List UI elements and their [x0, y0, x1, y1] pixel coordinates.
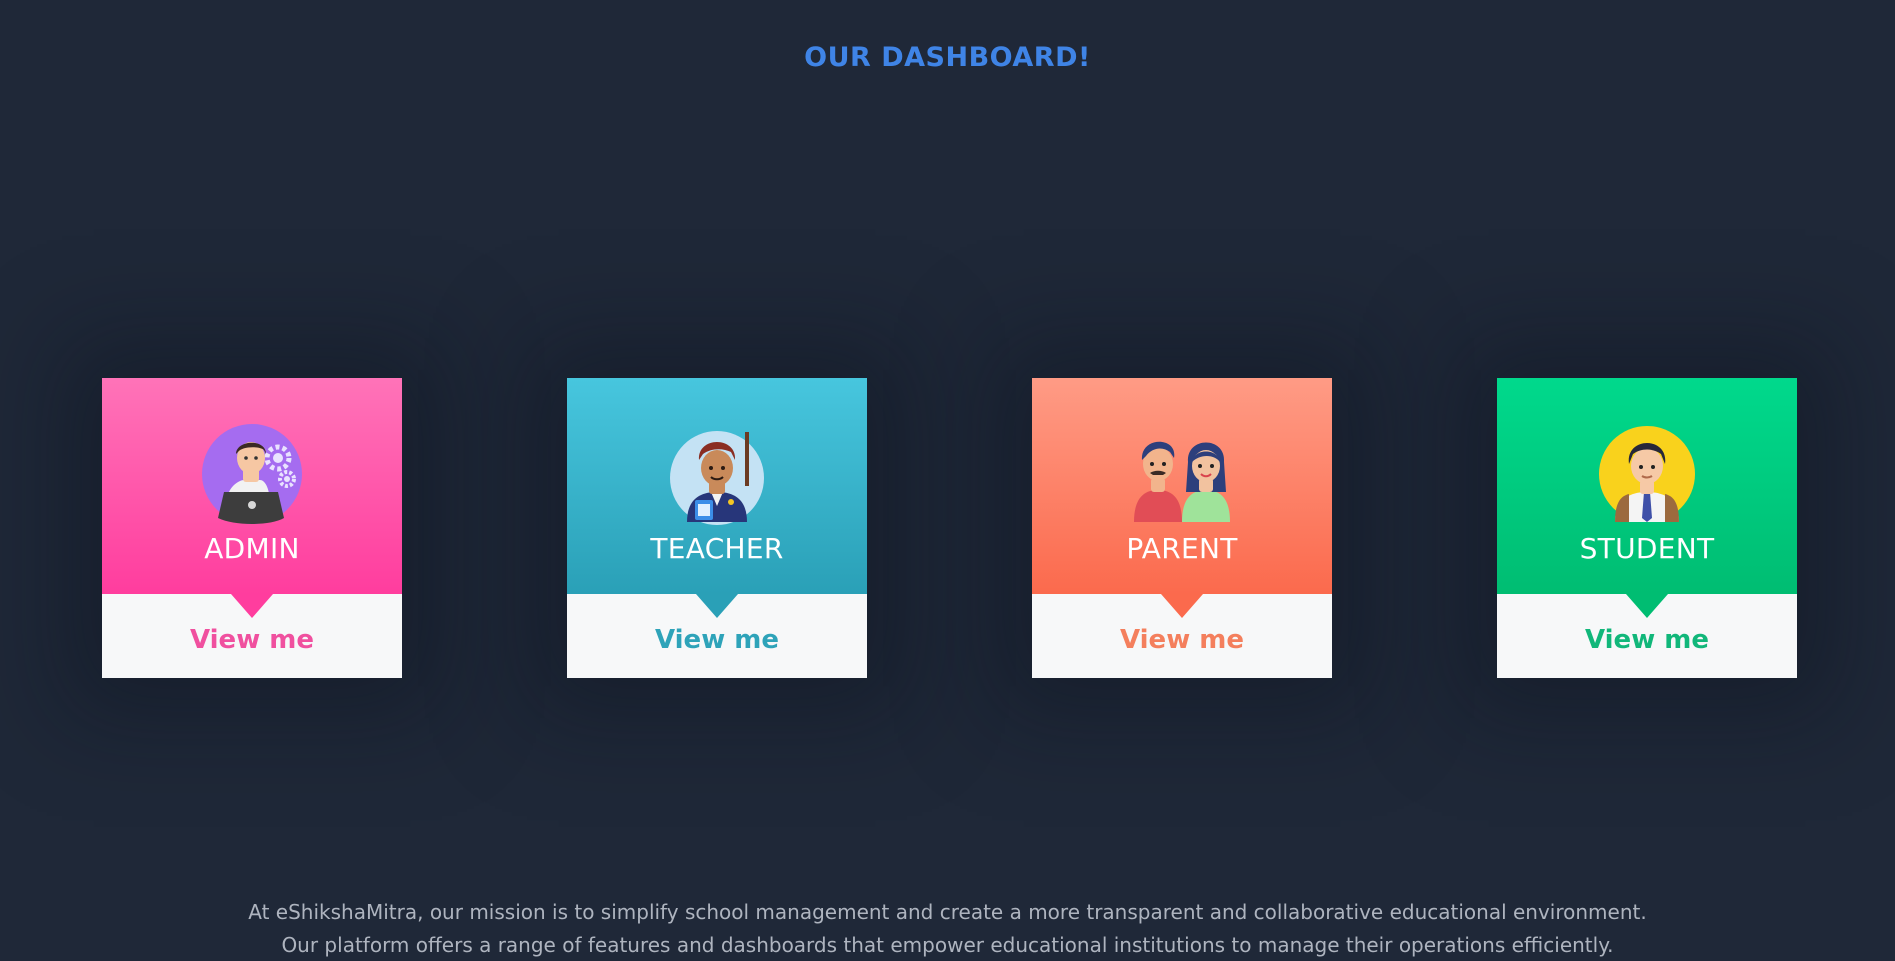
mission-line-2: Our platform offers a range of features …	[281, 933, 1614, 957]
admin-avatar-icon	[202, 424, 302, 524]
admin-card[interactable]: ADMIN View me	[102, 378, 402, 678]
parent-avatar-icon	[1134, 441, 1230, 522]
card-notch	[231, 594, 273, 618]
teacher-avatar-icon	[670, 431, 764, 525]
card-role-label: ADMIN	[204, 532, 300, 565]
teacher-card[interactable]: TEACHER View me	[567, 378, 867, 678]
admin-card-header: ADMIN	[102, 378, 402, 618]
parent-card[interactable]: PARENT View me	[1032, 378, 1332, 678]
page-title: OUR DASHBOARD!	[804, 42, 1091, 73]
card-role-label: STUDENT	[1579, 532, 1715, 565]
card-notch	[1161, 594, 1203, 618]
student-card[interactable]: STUDENT View me	[1497, 378, 1797, 678]
mission-statement: At eShikshaMitra, our mission is to simp…	[0, 896, 1895, 961]
parent-card-header: PARENT	[1032, 378, 1332, 618]
card-role-label: PARENT	[1126, 532, 1238, 565]
mission-line-1: At eShikshaMitra, our mission is to simp…	[248, 900, 1647, 924]
card-notch	[696, 594, 738, 618]
card-notch	[1626, 594, 1668, 618]
student-avatar-icon	[1599, 426, 1695, 522]
student-card-header: STUDENT	[1497, 378, 1797, 618]
card-role-label: TEACHER	[650, 532, 784, 565]
teacher-card-header: TEACHER	[567, 378, 867, 618]
